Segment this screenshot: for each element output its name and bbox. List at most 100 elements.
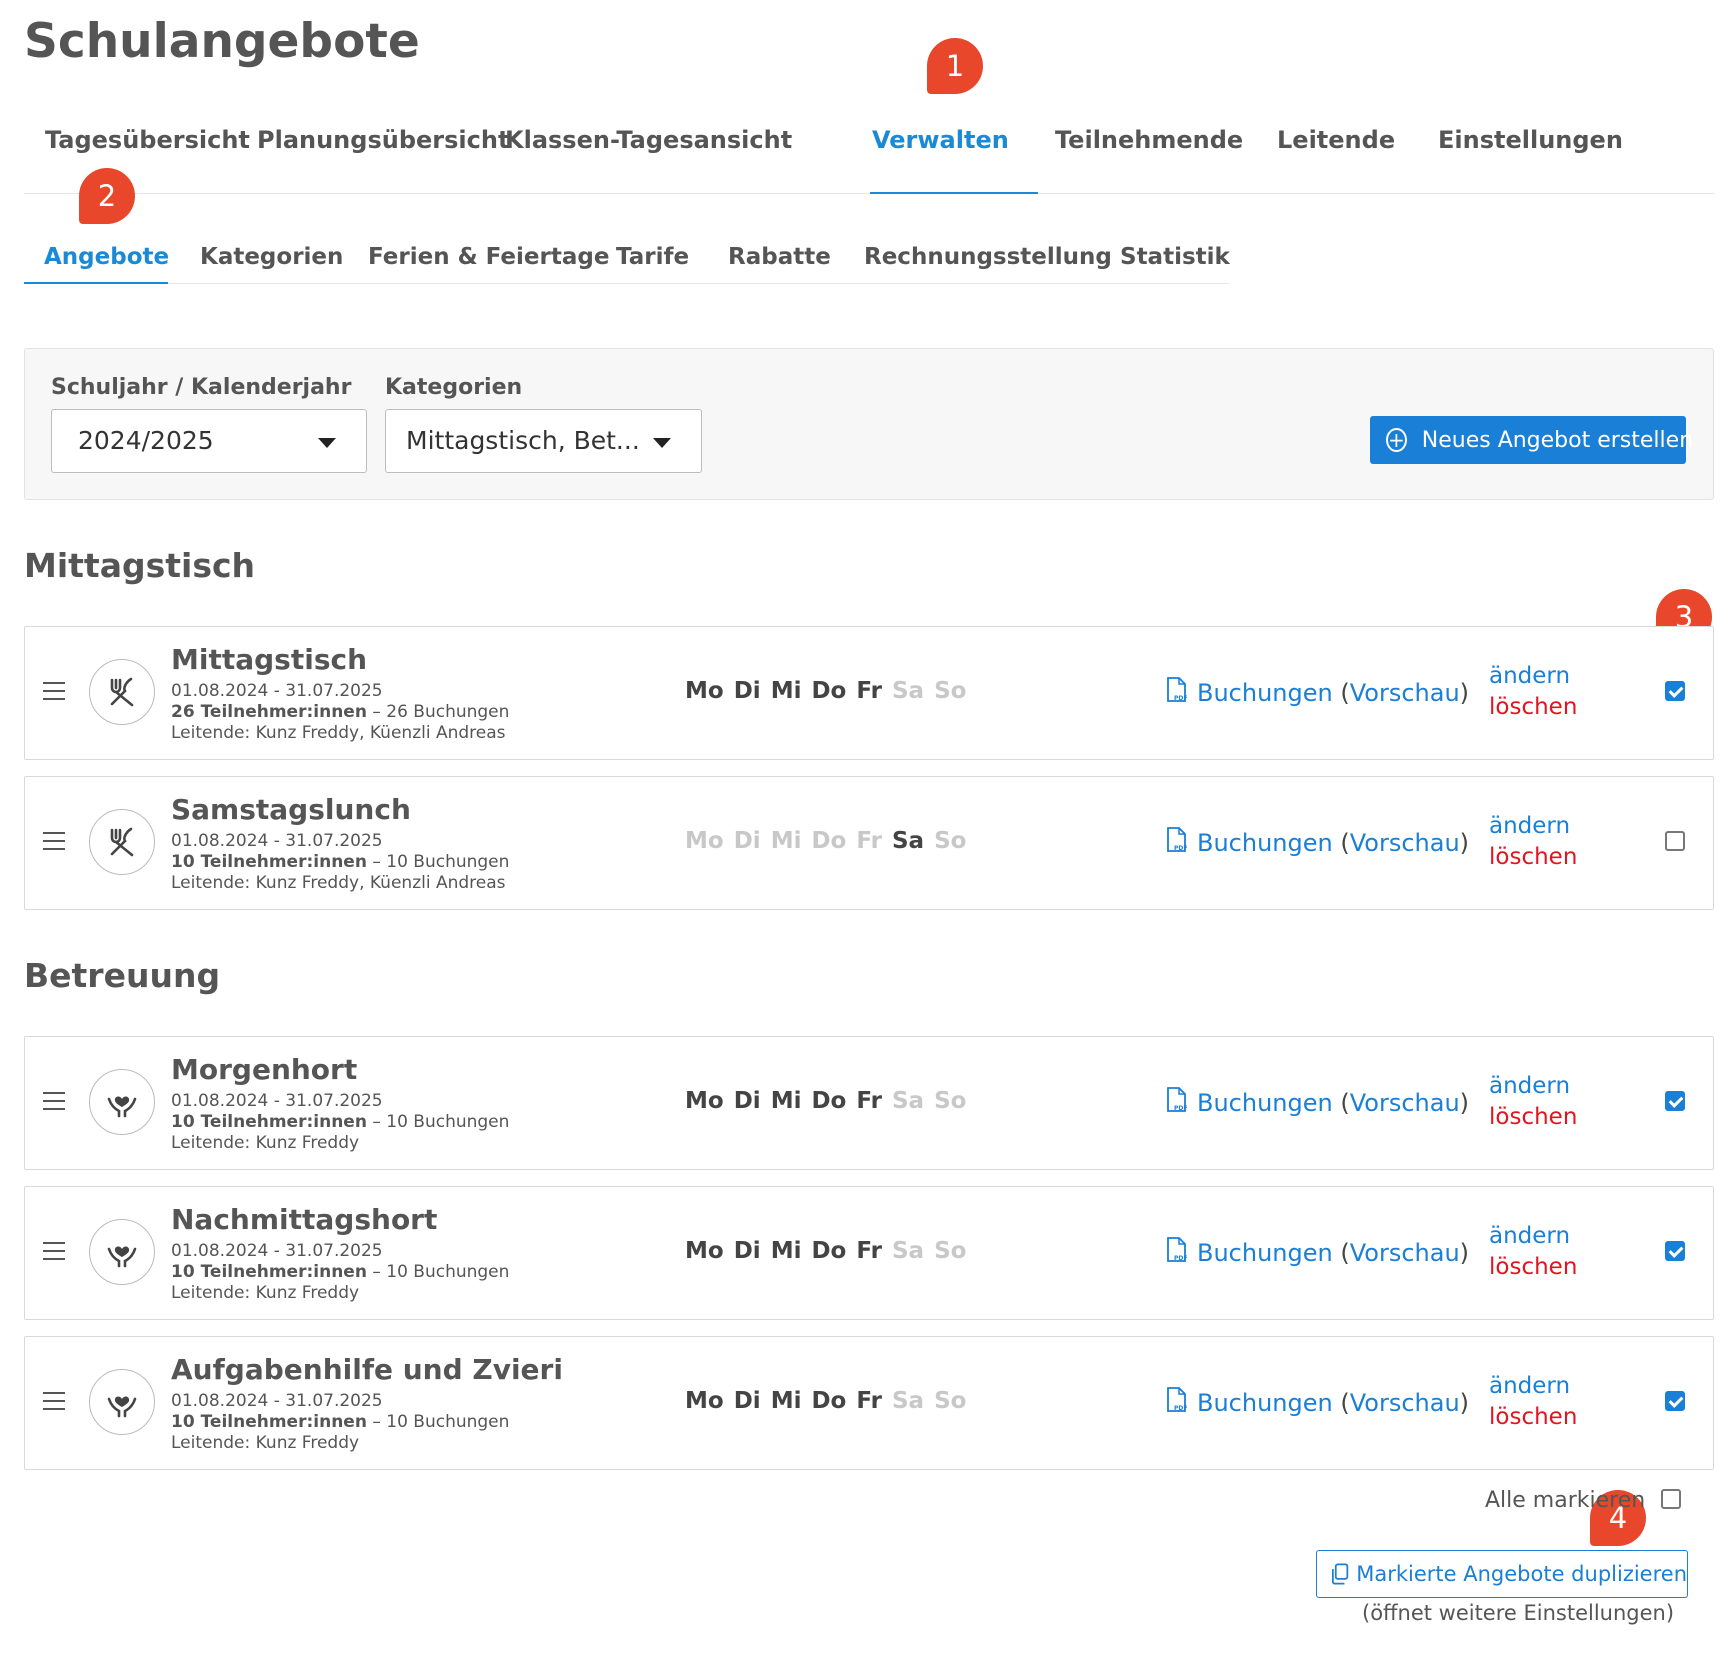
- delete-offer-link[interactable]: löschen: [1489, 694, 1577, 720]
- tab-planungsuebersicht[interactable]: Planungsübersicht: [257, 126, 509, 154]
- bookings-link-group: PDF Buchungen (Vorschau): [1165, 827, 1469, 859]
- tab-leitende[interactable]: Leitende: [1277, 126, 1395, 154]
- offer-row: Samstagslunch 01.08.2024 - 31.07.2025 10 T…: [24, 776, 1714, 910]
- bookings-preview-link[interactable]: Vorschau: [1350, 1089, 1460, 1117]
- bookings-count: – 10 Buchungen: [372, 1112, 510, 1132]
- tab-statistik[interactable]: Statistik: [1120, 244, 1230, 270]
- mark-all-label: Alle markieren: [1485, 1488, 1646, 1513]
- paren-close: ): [1459, 679, 1470, 707]
- paren-close: ): [1459, 1089, 1470, 1117]
- weekday-do: Do: [811, 1388, 847, 1414]
- tab-angebote[interactable]: Angebote: [44, 244, 169, 270]
- drag-handle-icon[interactable]: [43, 832, 65, 856]
- weekday-list: Mo Di Mi Do Fr Sa So: [685, 828, 976, 854]
- bookings-pdf-link[interactable]: Buchungen: [1197, 1089, 1333, 1117]
- category-select[interactable]: Mittagstisch, Bet...: [385, 409, 702, 473]
- weekday-list: Mo Di Mi Do Fr Sa So: [685, 1388, 976, 1414]
- offer-row: Mittagstisch 01.08.2024 - 31.07.2025 26 Te…: [24, 626, 1714, 760]
- offer-select-checkbox[interactable]: [1665, 681, 1685, 701]
- weekday-di: Di: [733, 1238, 761, 1264]
- bookings-pdf-link[interactable]: Buchungen: [1197, 679, 1333, 707]
- cutlery-icon: [89, 809, 155, 875]
- bookings-pdf-link[interactable]: Buchungen: [1197, 829, 1333, 857]
- page-title: Schulangebote: [24, 14, 420, 69]
- new-offer-button[interactable]: + Neues Angebot erstellen: [1370, 416, 1693, 464]
- tab-rabatte[interactable]: Rabatte: [728, 244, 831, 270]
- caret-down-icon: [318, 438, 336, 448]
- caret-down-icon: [653, 438, 671, 448]
- weekday-mo: Mo: [685, 1388, 724, 1414]
- offer-name: Mittagstisch: [171, 643, 368, 676]
- offer-row: Morgenhort 01.08.2024 - 31.07.2025 10 Teil…: [24, 1036, 1714, 1170]
- mark-all-checkbox[interactable]: [1661, 1489, 1681, 1509]
- delete-offer-link[interactable]: löschen: [1489, 1254, 1577, 1280]
- bookings-preview-link[interactable]: Vorschau: [1350, 679, 1460, 707]
- drag-handle-icon[interactable]: [43, 1092, 65, 1116]
- filter-panel: Schuljahr / Kalenderjahr 2024/2025 Kateg…: [24, 348, 1714, 500]
- drag-handle-icon[interactable]: [43, 1242, 65, 1266]
- bookings-link-group: PDF Buchungen (Vorschau): [1165, 1387, 1469, 1419]
- tab-verwalten[interactable]: Verwalten: [872, 126, 1009, 154]
- weekday-so: So: [934, 1388, 967, 1414]
- offer-row: Nachmittagshort 01.08.2024 - 31.07.2025 10…: [24, 1186, 1714, 1320]
- year-select[interactable]: 2024/2025: [51, 409, 367, 473]
- offer-select-checkbox[interactable]: [1665, 831, 1685, 851]
- offer-name: Morgenhort: [171, 1053, 358, 1086]
- bookings-count: – 10 Buchungen: [372, 852, 510, 872]
- edit-offer-link[interactable]: ändern: [1489, 1073, 1570, 1099]
- paren-open: (: [1340, 829, 1350, 857]
- paren-close: ): [1459, 829, 1470, 857]
- tab-tarife[interactable]: Tarife: [616, 244, 689, 270]
- offer-name: Nachmittagshort: [171, 1203, 438, 1236]
- offer-select-checkbox[interactable]: [1665, 1091, 1685, 1111]
- tab-tagesuebersicht[interactable]: Tagesübersicht: [45, 126, 250, 154]
- tab-klassen-tagesansicht[interactable]: Klassen-Tagesansicht: [505, 126, 792, 154]
- bookings-preview-link[interactable]: Vorschau: [1350, 1389, 1460, 1417]
- drag-handle-icon[interactable]: [43, 1392, 65, 1416]
- edit-offer-link[interactable]: ändern: [1489, 1223, 1570, 1249]
- weekday-sa: Sa: [891, 678, 925, 704]
- drag-handle-icon[interactable]: [43, 682, 65, 706]
- paren-open: (: [1340, 1389, 1350, 1417]
- copy-icon: [1331, 1563, 1349, 1585]
- weekday-fr: Fr: [856, 1388, 882, 1414]
- pdf-icon: PDF: [1165, 1387, 1197, 1419]
- offer-name: Aufgabenhilfe und Zvieri: [171, 1353, 563, 1386]
- delete-offer-link[interactable]: löschen: [1489, 844, 1577, 870]
- edit-offer-link[interactable]: ändern: [1489, 1373, 1570, 1399]
- offer-leaders: Leitende: Kunz Freddy: [171, 1433, 360, 1453]
- bookings-pdf-link[interactable]: Buchungen: [1197, 1389, 1333, 1417]
- annotation-marker: 1: [927, 38, 983, 94]
- duplicate-offers-button[interactable]: Markierte Angebote duplizieren: [1316, 1550, 1688, 1598]
- offer-select-checkbox[interactable]: [1665, 1241, 1685, 1261]
- weekday-mi: Mi: [770, 678, 802, 704]
- svg-text:PDF: PDF: [1174, 1105, 1187, 1112]
- delete-offer-link[interactable]: löschen: [1489, 1104, 1577, 1130]
- edit-offer-link[interactable]: ändern: [1489, 663, 1570, 689]
- bookings-preview-link[interactable]: Vorschau: [1350, 829, 1460, 857]
- weekday-sa: Sa: [891, 1388, 925, 1414]
- weekday-list: Mo Di Mi Do Fr Sa So: [685, 1238, 976, 1264]
- offer-select-checkbox[interactable]: [1665, 1391, 1685, 1411]
- tab-ferien-feiertage[interactable]: Ferien & Feiertage: [368, 244, 609, 270]
- tab-einstellungen[interactable]: Einstellungen: [1438, 126, 1623, 154]
- delete-offer-link[interactable]: löschen: [1489, 1404, 1577, 1430]
- edit-offer-link[interactable]: ändern: [1489, 813, 1570, 839]
- offer-date-range: 01.08.2024 - 31.07.2025: [171, 1091, 383, 1111]
- tab-teilnehmende[interactable]: Teilnehmende: [1055, 126, 1243, 154]
- offer-date-range: 01.08.2024 - 31.07.2025: [171, 1241, 383, 1261]
- pdf-icon: PDF: [1165, 1087, 1197, 1119]
- bookings-pdf-link[interactable]: Buchungen: [1197, 1239, 1333, 1267]
- weekday-fr: Fr: [856, 678, 882, 704]
- annotation-marker: 2: [79, 168, 135, 224]
- bookings-preview-link[interactable]: Vorschau: [1350, 1239, 1460, 1267]
- participants-count: 10 Teilnehmer:innen: [171, 1262, 367, 1282]
- tab-rechnungsstellung[interactable]: Rechnungsstellung: [864, 244, 1112, 270]
- bookings-link-group: PDF Buchungen (Vorschau): [1165, 1237, 1469, 1269]
- participants-count: 10 Teilnehmer:innen: [171, 1412, 367, 1432]
- tab-kategorien[interactable]: Kategorien: [200, 244, 343, 270]
- bookings-count: – 26 Buchungen: [372, 702, 510, 722]
- offer-participant-count: 10 Teilnehmer:innen – 10 Buchungen: [171, 1412, 509, 1432]
- bookings-link-group: PDF Buchungen (Vorschau): [1165, 677, 1469, 709]
- weekday-mi: Mi: [770, 1088, 802, 1114]
